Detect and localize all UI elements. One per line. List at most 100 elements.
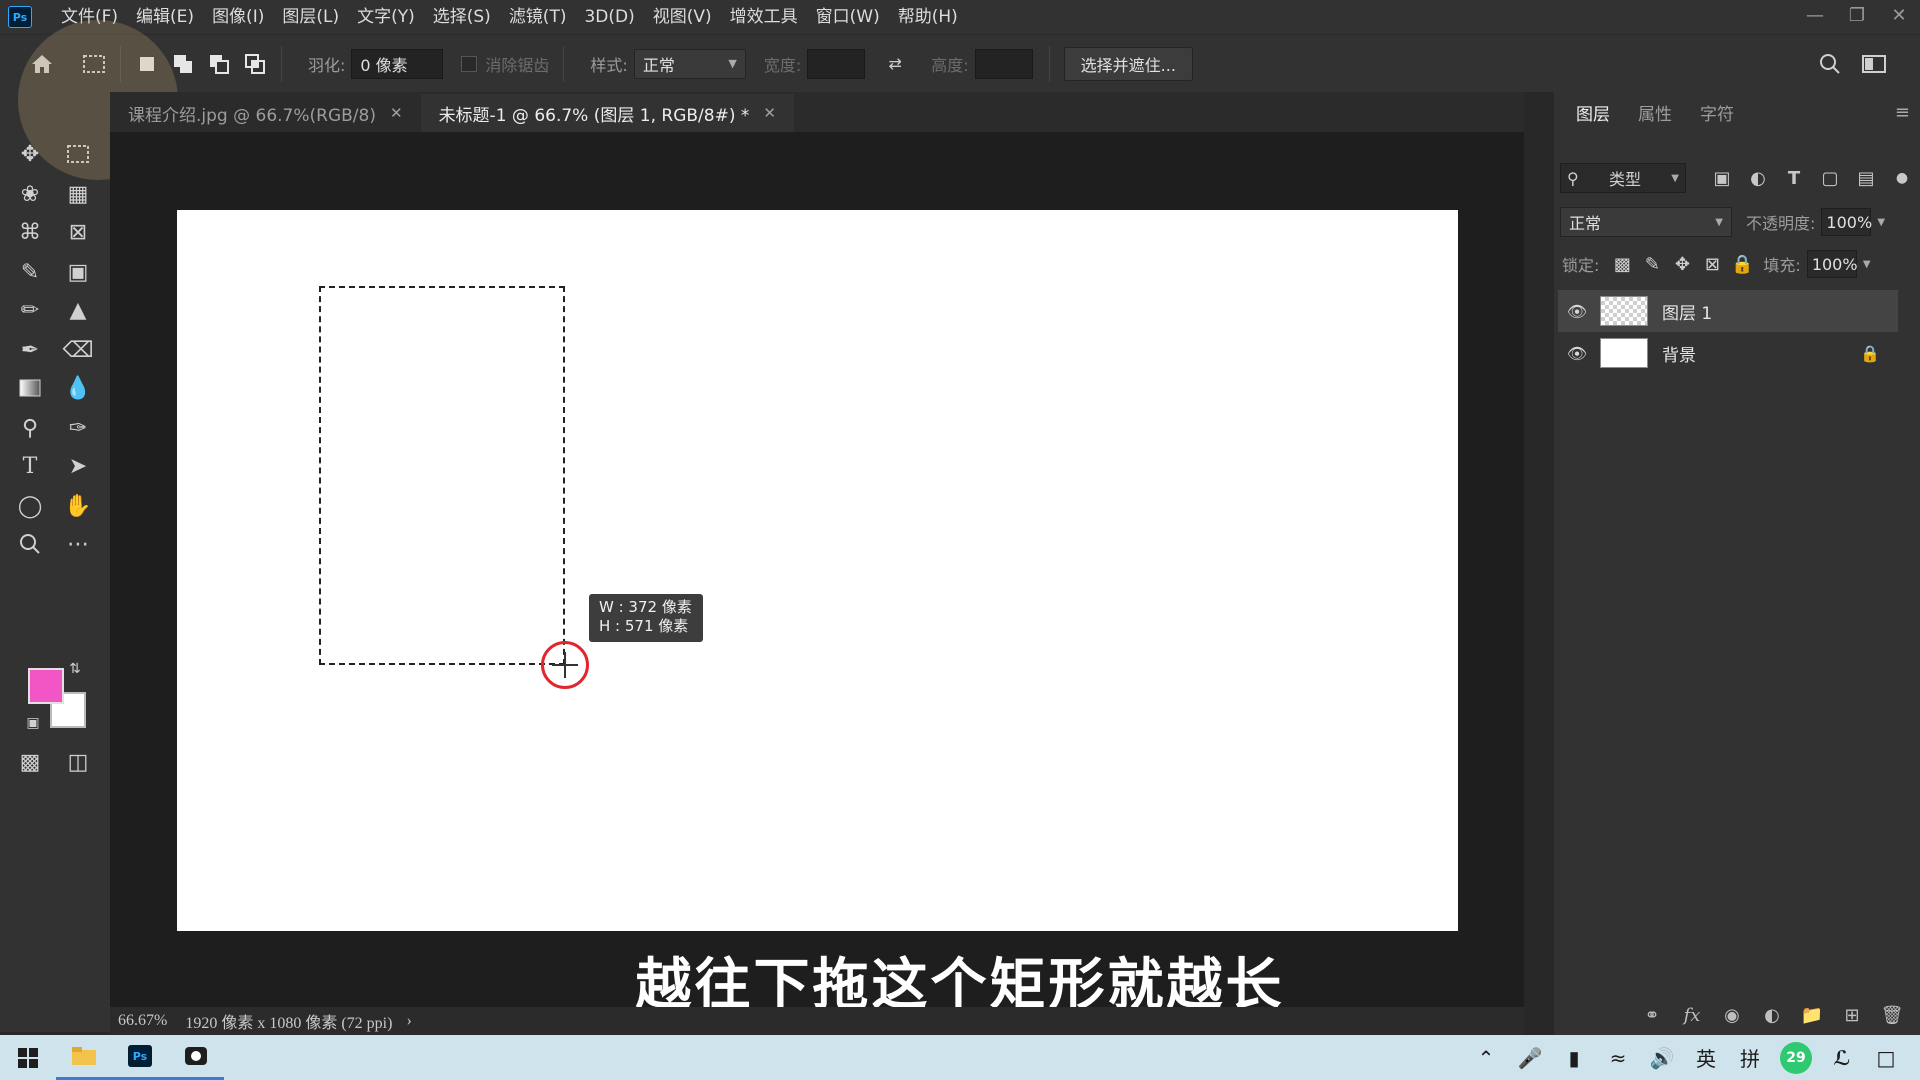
workspace-icon[interactable] (1856, 46, 1892, 82)
default-colors-icon[interactable]: ▣ (22, 712, 44, 734)
lasso-tool-icon[interactable]: ❀ (10, 176, 50, 212)
layer-row[interactable]: 👁 图层 1 (1558, 290, 1898, 332)
layer-row[interactable]: 👁 背景 🔒 (1558, 332, 1898, 374)
close-icon[interactable]: ✕ (763, 104, 776, 122)
notification-center-icon[interactable]: □ (1864, 1046, 1908, 1070)
select-and-mask-button[interactable]: 选择并遮住... (1063, 46, 1193, 81)
new-group-icon[interactable]: 📁 (1792, 1005, 1832, 1026)
ellipse-tool-icon[interactable]: ◯ (10, 488, 50, 524)
layer-filter-select[interactable]: ⚲ 类型 ▼ (1560, 163, 1686, 193)
shape-filter-icon[interactable]: ▢ (1816, 168, 1844, 189)
image-filter-icon[interactable]: ▣ (1708, 168, 1736, 189)
link-layers-icon[interactable]: ⚭ (1632, 1005, 1672, 1026)
marquee-selection[interactable] (319, 286, 565, 665)
swap-colors-icon[interactable]: ⇅ (64, 658, 86, 680)
zoom-tool-icon[interactable] (10, 526, 50, 562)
feather-input[interactable]: 0 像素 (351, 48, 444, 79)
ime-mode-indicator[interactable]: 拼 (1728, 1043, 1772, 1072)
add-mask-icon[interactable]: ◉ (1712, 1005, 1752, 1026)
menu-window[interactable]: 窗口(W) (807, 0, 889, 34)
tab-untitled-1[interactable]: 未标题-1 @ 66.7% (图层 1, RGB/8#) * ✕ (420, 94, 794, 132)
tab-character[interactable]: 字符 (1686, 100, 1748, 125)
eraser-tool-icon[interactable]: ⌫ (58, 332, 98, 368)
foreground-color-swatch[interactable] (28, 668, 64, 704)
adjustment-layer-icon[interactable]: ◐ (1752, 1005, 1792, 1026)
menu-image[interactable]: 图像(I) (203, 0, 273, 34)
close-icon[interactable]: ✕ (1878, 0, 1920, 30)
eye-icon[interactable]: 👁 (1558, 344, 1596, 363)
antialias-checkbox[interactable] (461, 55, 478, 72)
swap-dimensions-icon[interactable]: ⇄ (877, 46, 913, 82)
chevron-down-icon[interactable]: ▼ (1877, 217, 1885, 228)
object-select-tool-icon[interactable]: ▦ (58, 176, 98, 212)
history-brush-tool-icon[interactable]: ✒ (10, 332, 50, 368)
hand-tool-icon[interactable]: ✋ (58, 488, 98, 524)
more-tools-icon[interactable]: ⋯ (58, 526, 98, 562)
chevron-down-icon[interactable]: ▼ (1863, 259, 1871, 270)
search-icon[interactable] (1812, 46, 1848, 82)
menu-plugins[interactable]: 增效工具 (721, 0, 807, 34)
blur-tool-icon[interactable]: 💧 (58, 370, 98, 406)
lock-pixels-icon[interactable]: ✎ (1637, 254, 1667, 275)
pen-tool-icon[interactable]: ✑ (58, 410, 98, 446)
lock-all-icon[interactable]: 🔒 (1727, 254, 1757, 275)
ime-settings-icon[interactable]: ℒ (1820, 1046, 1864, 1070)
layer-style-icon[interactable]: fx (1672, 1005, 1712, 1026)
menu-help[interactable]: 帮助(H) (889, 0, 967, 34)
path-select-tool-icon[interactable]: ➤ (58, 448, 98, 484)
menu-view[interactable]: 视图(V) (644, 0, 721, 34)
minimize-icon[interactable]: — (1794, 0, 1836, 30)
show-hidden-icons-icon[interactable]: ⌃ (1464, 1046, 1508, 1070)
delete-layer-icon[interactable]: 🗑 (1872, 1005, 1912, 1026)
menu-filter[interactable]: 滤镜(T) (500, 0, 576, 34)
layer-name[interactable]: 图层 1 (1662, 299, 1712, 324)
notification-badge[interactable]: 29 (1780, 1041, 1812, 1074)
dodge-tool-icon[interactable]: ⚲ (10, 410, 50, 446)
stamp-tool-icon[interactable]: ▲ (58, 292, 98, 328)
menu-edit[interactable]: 编辑(E) (127, 0, 203, 34)
file-explorer-icon[interactable] (56, 1035, 112, 1080)
gradient-tool-icon[interactable] (10, 370, 50, 406)
screen-mode-icon[interactable]: ◫ (58, 744, 98, 780)
smart-object-filter-icon[interactable]: ▤ (1852, 168, 1880, 189)
restore-icon[interactable]: ❐ (1836, 0, 1878, 30)
menu-3d[interactable]: 3D(D) (575, 0, 643, 34)
menu-select[interactable]: 选择(S) (424, 0, 500, 34)
zoom-level[interactable]: 66.67% (118, 1012, 167, 1030)
photoshop-taskbar-icon[interactable]: Ps (112, 1035, 168, 1080)
lock-position-icon[interactable]: ✥ (1667, 254, 1697, 275)
tab-properties[interactable]: 属性 (1624, 100, 1686, 125)
tab-course-intro[interactable]: 课程介绍.jpg @ 66.7%(RGB/8) ✕ (110, 94, 421, 132)
layer-name[interactable]: 背景 (1662, 341, 1696, 366)
patch-tool-icon[interactable]: ▣ (58, 254, 98, 290)
height-input[interactable] (974, 48, 1033, 79)
battery-icon[interactable]: ▮ (1552, 1046, 1596, 1070)
crop-tool-icon[interactable]: ⌘ (10, 214, 50, 250)
panel-menu-icon[interactable]: ≡ (1895, 102, 1910, 123)
type-filter-icon[interactable]: T (1780, 168, 1808, 189)
volume-icon[interactable]: 🔊 (1640, 1046, 1684, 1070)
type-tool-icon[interactable]: T (10, 448, 50, 484)
style-select[interactable]: 正常 ▼ (633, 48, 746, 79)
eyedropper-tool-icon[interactable]: ✎ (10, 254, 50, 290)
frame-tool-icon[interactable]: ⊠ (58, 214, 98, 250)
menu-layer[interactable]: 图层(L) (273, 0, 348, 34)
opacity-input[interactable]: 100% (1821, 208, 1872, 236)
ime-language-indicator[interactable]: 英 (1684, 1043, 1728, 1072)
lock-transparent-icon[interactable]: ▩ (1607, 254, 1637, 275)
fill-input[interactable]: 100% (1806, 250, 1858, 278)
close-icon[interactable]: ✕ (390, 104, 403, 122)
lock-artboard-icon[interactable]: ⊠ (1697, 254, 1727, 275)
windows-start-icon[interactable] (0, 1035, 56, 1080)
filter-toggle-icon[interactable]: ● (1888, 170, 1916, 186)
menu-type[interactable]: 文字(Y) (348, 0, 424, 34)
subtract-selection-icon[interactable] (201, 46, 237, 82)
intersect-selection-icon[interactable] (237, 46, 273, 82)
brush-tool-icon[interactable]: ✏ (10, 292, 50, 328)
quick-mask-icon[interactable]: ▩ (10, 744, 50, 780)
width-input[interactable] (807, 48, 866, 79)
eye-icon[interactable]: 👁 (1558, 302, 1596, 321)
screen-recorder-icon[interactable] (168, 1035, 224, 1080)
new-layer-icon[interactable]: ⊞ (1832, 1005, 1872, 1026)
blend-mode-select[interactable]: 正常 ▼ (1560, 207, 1732, 237)
